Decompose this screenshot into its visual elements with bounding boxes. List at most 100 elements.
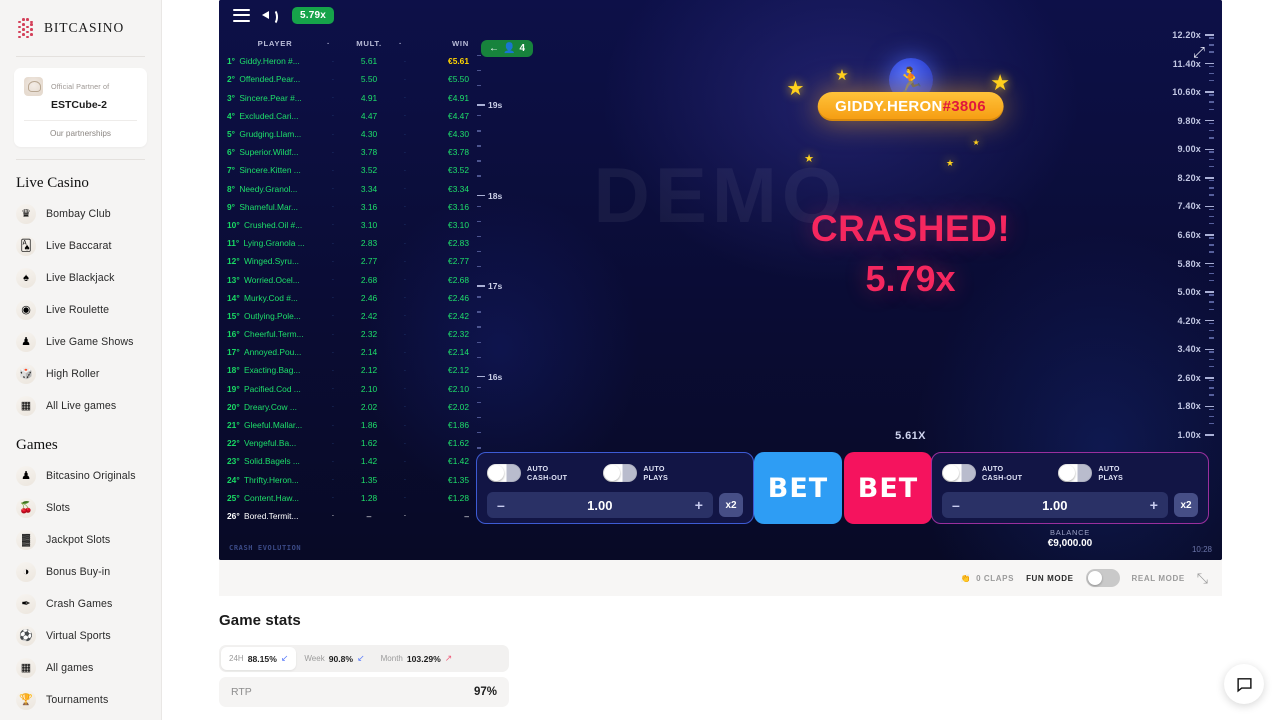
claps-label: 0 CLAPS <box>976 573 1015 583</box>
decrease-bet-button[interactable]: – <box>497 497 505 513</box>
sidebar: BITCASINO Official Partner of ESTCube-2 … <box>0 0 162 720</box>
mult-cell: 2.46 <box>360 292 378 303</box>
players-online-badge[interactable]: ← 👤 4 <box>481 40 534 57</box>
star-icon: ★ <box>945 158 955 168</box>
col-sep: · <box>399 38 403 48</box>
col-mult: MULT. <box>356 38 382 48</box>
sidebar-item-crash-games[interactable]: ✒ Crash Games <box>14 588 147 620</box>
player-cell: 8° Needy.Granol... <box>227 183 298 194</box>
multiplier-tick-minor <box>1136 358 1214 360</box>
sidebar-item-bombay-club[interactable]: ♛ Bombay Club <box>14 198 147 230</box>
win-cell: €5.50 <box>448 74 469 85</box>
bet-amount-field-right[interactable]: – 1.00 + <box>942 492 1168 518</box>
fullscreen-icon[interactable]: ⤡ <box>1197 570 1208 587</box>
mult-cell: 4.30 <box>360 129 378 140</box>
cell-sep: · <box>331 220 335 230</box>
increase-bet-button[interactable]: + <box>1150 497 1158 513</box>
multiplier-tick-minor <box>1136 130 1214 132</box>
mode-toggle[interactable] <box>1085 569 1120 587</box>
game-show-icon: ♟ <box>16 332 36 352</box>
last-multiplier-badge[interactable]: 5.79x <box>292 6 335 24</box>
expand-icon[interactable]: ⤢ <box>1188 42 1210 62</box>
bet-button-right[interactable]: BET <box>844 452 932 524</box>
stats-tab-24h[interactable]: 24H 88.15% ↙ <box>221 647 297 670</box>
trend-up-icon: ↗ <box>444 653 453 663</box>
sidebar-item-live-roulette[interactable]: ◉ Live Roulette <box>14 294 147 326</box>
mult-cell: 3.16 <box>360 201 378 212</box>
cell-sep: · <box>331 165 335 175</box>
toggle-switch[interactable] <box>942 464 976 482</box>
stats-tab-month[interactable]: Month 103.29% ↗ <box>373 647 461 670</box>
balance-block: BALANCE €9,000.00 <box>931 528 1209 549</box>
trophy-icon: 🏆 <box>16 690 36 710</box>
mult-cell: 3.78 <box>360 147 378 158</box>
leaderboard-row: 8° Needy.Granol... · 3.34 · €3.34 <box>227 180 469 198</box>
win-cell: €1.86 <box>448 420 469 431</box>
sound-icon[interactable] <box>262 7 280 25</box>
sidebar-item-bonus-buy-in[interactable]: ◑ Bonus Buy-in <box>14 556 147 588</box>
sidebar-item-live-blackjack[interactable]: ♠ Live Blackjack <box>14 262 147 294</box>
decrease-bet-button[interactable]: – <box>952 497 960 513</box>
time-tick-minor <box>477 311 481 313</box>
sidebar-item-label: All Live games <box>46 400 117 412</box>
sidebar-item-live-baccarat[interactable]: 🂡 Live Baccarat <box>14 230 147 262</box>
mult-cell: 2.42 <box>360 310 378 321</box>
sidebar-item-all-live-games[interactable]: ▦ All Live games <box>14 390 147 422</box>
auto-plays-toggle-right[interactable]: AUTO PLAYS <box>1058 464 1123 482</box>
fun-mode-label[interactable]: FUN MODE <box>1026 574 1073 583</box>
cherry-slots-icon: 🍒 <box>16 498 36 518</box>
win-cell: €3.34 <box>448 183 469 194</box>
double-bet-button-left[interactable]: x2 <box>719 493 743 517</box>
sidebar-item-high-roller[interactable]: 🎲 High Roller <box>14 358 147 390</box>
sidebar-item-jackpot-slots[interactable]: ▓ Jackpot Slots <box>14 524 147 556</box>
partnerships-link[interactable]: Our partnerships <box>24 121 137 147</box>
multiplier-tick-minor <box>1136 80 1214 82</box>
trend-down-icon: ↙ <box>357 653 365 663</box>
double-bet-button-right[interactable]: x2 <box>1174 493 1198 517</box>
high-roller-icon: 🎲 <box>16 364 36 384</box>
chat-button[interactable] <box>1224 664 1264 704</box>
time-tick-minor <box>477 296 481 298</box>
multiplier-tick-minor <box>1136 194 1214 196</box>
cell-sep: · <box>331 293 335 303</box>
amount-row-left: – 1.00 + x2 <box>487 492 743 518</box>
menu-icon[interactable] <box>233 8 250 22</box>
brand-logo[interactable]: BITCASINO <box>14 0 147 56</box>
sidebar-item-bitcasino-originals[interactable]: ♟ Bitcasino Originals <box>14 460 147 492</box>
multiplier-tick-minor <box>1136 308 1214 310</box>
stats-tab-week[interactable]: Week 90.8% ↙ <box>296 647 372 670</box>
person-icon: 👤 <box>503 43 516 54</box>
amount-row-right: – 1.00 + x2 <box>942 492 1198 518</box>
partner-card[interactable]: Official Partner of ESTCube-2 Our partne… <box>14 68 147 147</box>
bet-amount-field-left[interactable]: – 1.00 + <box>487 492 713 518</box>
toggle-switch[interactable] <box>1058 464 1093 482</box>
sidebar-item-virtual-sports[interactable]: ⚽ Virtual Sports <box>14 620 147 652</box>
win-cell: €2.02 <box>448 401 469 412</box>
auto-plays-toggle-left[interactable]: AUTO PLAYS <box>603 464 668 482</box>
sidebar-item-tournaments[interactable]: 🏆 Tournaments <box>14 684 147 716</box>
sidebar-item-live-game-shows[interactable]: ♟ Live Game Shows <box>14 326 147 358</box>
bet-button-left[interactable]: BET <box>754 452 842 524</box>
increase-bet-button[interactable]: + <box>695 497 703 513</box>
claps-counter[interactable]: 👏 0 CLAPS <box>961 574 1015 583</box>
mult-cell: 4.47 <box>360 110 378 121</box>
player-cell: 14° Murky.Cod #... <box>227 292 298 303</box>
auto-cashout-toggle-right[interactable]: AUTO CASH-OUT <box>942 464 1022 482</box>
mult-cell: 2.83 <box>360 238 378 249</box>
toggle-switch[interactable] <box>603 464 638 482</box>
betting-area: AUTO CASH-OUT AUTO PLAYS – 1.00 + x2 BET… <box>219 450 1222 560</box>
balance-label: BALANCE <box>1050 528 1090 537</box>
sidebar-item-slots[interactable]: 🍒 Slots <box>14 492 147 524</box>
mult-cell: 5.50 <box>360 74 378 85</box>
cell-sep: · <box>331 74 335 84</box>
auto-cashout-label: AUTO CASH-OUT <box>982 464 1023 482</box>
win-cell: €3.10 <box>448 219 469 230</box>
sidebar-item-all-games[interactable]: ▦ All games <box>14 652 147 684</box>
multiplier-tick-minor <box>1136 158 1214 160</box>
star-icon: ★ <box>786 78 805 100</box>
mult-cell: 2.77 <box>360 256 378 267</box>
auto-cashout-toggle-left[interactable]: AUTO CASH-OUT <box>487 464 567 482</box>
auto-plays-label: AUTO PLAYS <box>643 464 669 482</box>
toggle-switch[interactable] <box>487 464 521 482</box>
real-mode-label[interactable]: REAL MODE <box>1132 574 1185 583</box>
